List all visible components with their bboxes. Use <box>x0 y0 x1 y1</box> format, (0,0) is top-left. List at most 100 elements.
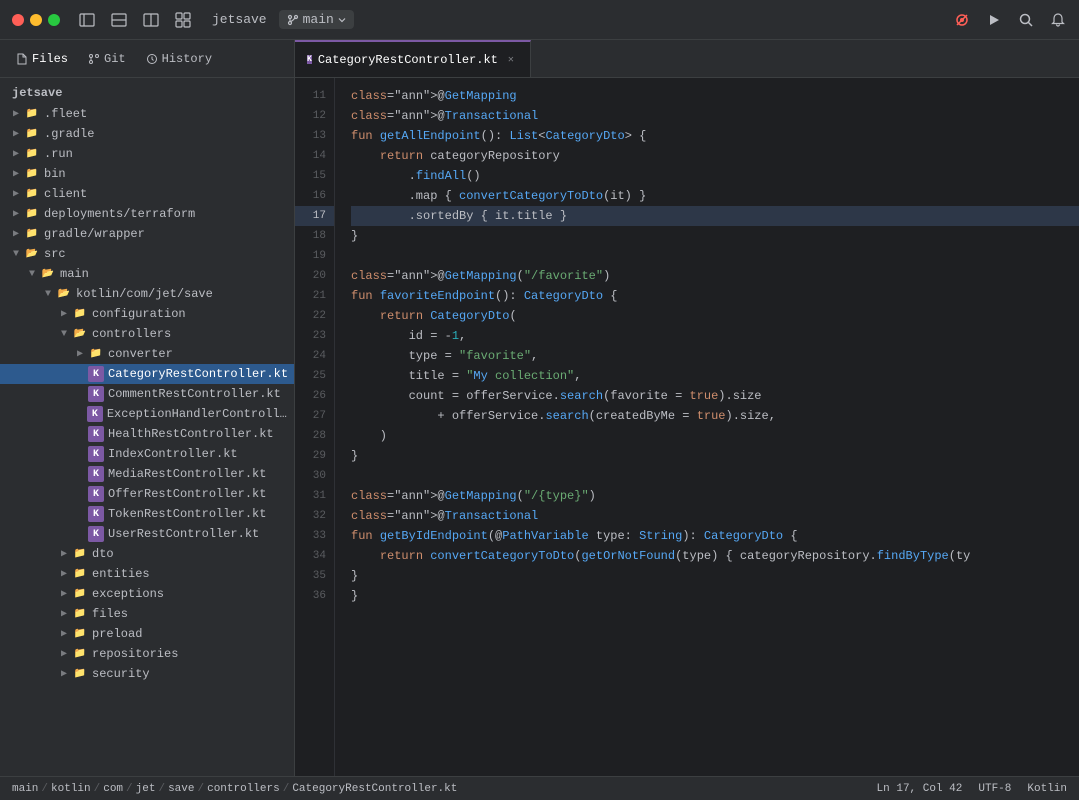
folder-icon: 📁 <box>24 186 40 202</box>
folder-arrow-icon: ▶ <box>8 128 24 140</box>
tree-item-label: dto <box>92 547 114 561</box>
tree-item-CommentRestController[interactable]: KCommentRestController.kt <box>0 384 294 404</box>
tree-item-converter[interactable]: ▶📁converter <box>0 344 294 364</box>
tab-files[interactable]: Files <box>8 48 76 70</box>
chevron-down-icon <box>338 16 346 24</box>
run-icon[interactable] <box>985 11 1003 29</box>
folder-icon: 📁 <box>24 166 40 182</box>
breadcrumb-item-4[interactable]: save <box>168 783 194 795</box>
tab-history[interactable]: History <box>138 48 220 70</box>
tree-item-controllers[interactable]: ▼📂controllers <box>0 324 294 344</box>
tree-item-label: IndexController.kt <box>108 447 238 461</box>
tree-item-ExceptionHandlerController[interactable]: KExceptionHandlerControlle... <box>0 404 294 424</box>
tree-item-configuration[interactable]: ▶📁configuration <box>0 304 294 324</box>
tree-item-gradle-wrapper[interactable]: ▶📁gradle/wrapper <box>0 224 294 244</box>
tree-item-security[interactable]: ▶📁security <box>0 664 294 684</box>
folder-arrow-icon: ▶ <box>56 308 72 320</box>
tree-item-src[interactable]: ▼📂src <box>0 244 294 264</box>
line-number-31: 31 <box>295 486 334 506</box>
kt-icon: K <box>88 386 104 402</box>
editor-tab-close[interactable]: ✕ <box>504 53 518 67</box>
kt-file-icon: K <box>307 55 312 64</box>
tree-item-exceptions[interactable]: ▶📁exceptions <box>0 584 294 604</box>
kt-icon: K <box>87 406 103 422</box>
tree-item-label: MediaRestController.kt <box>108 467 266 481</box>
tree-item-label: UserRestController.kt <box>108 527 259 541</box>
search-icon[interactable] <box>1017 11 1035 29</box>
code-line-34: return convertCategoryToDto(getOrNotFoun… <box>351 546 1079 566</box>
breadcrumb-item-5[interactable]: controllers <box>207 783 280 795</box>
branch-icon <box>287 14 299 26</box>
recording-icon[interactable] <box>953 11 971 29</box>
line-number-30: 30 <box>295 466 334 486</box>
tree-item-gradle[interactable]: ▶📁.gradle <box>0 124 294 144</box>
git-icon <box>88 53 100 65</box>
tree-item-deployments[interactable]: ▶📁deployments/terraform <box>0 204 294 224</box>
editor-tab-0[interactable]: K CategoryRestController.kt ✕ <box>295 40 531 77</box>
breadcrumb: main / kotlin / com / jet / save / contr… <box>12 783 457 795</box>
tree-item-label: src <box>44 247 66 261</box>
close-button[interactable] <box>12 14 24 26</box>
breadcrumb-sep: / <box>94 783 101 795</box>
folder-icon: 📁 <box>72 306 88 322</box>
line-number-27: 27 <box>295 406 334 426</box>
branch-info[interactable]: main <box>279 10 354 29</box>
grid-icon[interactable] <box>172 9 194 31</box>
editor-tabs: K CategoryRestController.kt ✕ <box>295 40 1079 78</box>
code-line-21: fun favoriteEndpoint(): CategoryDto { <box>351 286 1079 306</box>
line-number-28: 28 <box>295 426 334 446</box>
breadcrumb-item-2[interactable]: com <box>103 783 123 795</box>
tree-item-label: bin <box>44 167 66 181</box>
cursor-position: Ln 17, Col 42 <box>877 783 963 795</box>
code-line-15: .findAll() <box>351 166 1079 186</box>
code-line-12: class="ann">@Transactional <box>351 106 1079 126</box>
tree-item-repositories[interactable]: ▶📁repositories <box>0 644 294 664</box>
tree-item-dto[interactable]: ▶📁dto <box>0 544 294 564</box>
status-right: Ln 17, Col 42 UTF-8 Kotlin <box>877 783 1067 795</box>
tree-item-files[interactable]: ▶📁files <box>0 604 294 624</box>
code-line-22: return CategoryDto( <box>351 306 1079 326</box>
tree-root[interactable]: jetsave <box>0 82 294 104</box>
code-area[interactable]: class="ann">@GetMappingclass="ann">@Tran… <box>335 78 1079 776</box>
tree-item-MediaRestController[interactable]: KMediaRestController.kt <box>0 464 294 484</box>
tree-item-kotlin-com[interactable]: ▼📂kotlin/com/jet/save <box>0 284 294 304</box>
tree-item-CategoryRestController[interactable]: KCategoryRestController.kt <box>0 364 294 384</box>
maximize-button[interactable] <box>48 14 60 26</box>
tree-item-main[interactable]: ▼📂main <box>0 264 294 284</box>
tree-item-label: .fleet <box>44 107 87 121</box>
tree-item-HealthRestController[interactable]: KHealthRestController.kt <box>0 424 294 444</box>
line-number-35: 35 <box>295 566 334 586</box>
line-number-19: 19 <box>295 246 334 266</box>
line-number-26: 26 <box>295 386 334 406</box>
tree-item-bin[interactable]: ▶📁bin <box>0 164 294 184</box>
folder-arrow-icon: ▼ <box>24 269 40 280</box>
breadcrumb-item-1[interactable]: kotlin <box>51 783 91 795</box>
tree-item-preload[interactable]: ▶📁preload <box>0 624 294 644</box>
tree-item-OfferRestController[interactable]: KOfferRestController.kt <box>0 484 294 504</box>
layout-alt-icon[interactable] <box>140 9 162 31</box>
tree-item-TokenRestController[interactable]: KTokenRestController.kt <box>0 504 294 524</box>
tree-item-label: TokenRestController.kt <box>108 507 266 521</box>
breadcrumb-item-6[interactable]: CategoryRestController.kt <box>292 783 457 795</box>
file-type: Kotlin <box>1027 783 1067 795</box>
breadcrumb-item-3[interactable]: jet <box>136 783 156 795</box>
breadcrumb-item-0[interactable]: main <box>12 783 38 795</box>
minimize-button[interactable] <box>30 14 42 26</box>
line-number-12: 12 <box>295 106 334 126</box>
folder-arrow-icon: ▶ <box>8 108 24 120</box>
tree-item-IndexController[interactable]: KIndexController.kt <box>0 444 294 464</box>
layout-toggle-icon[interactable] <box>108 9 130 31</box>
tree-item-entities[interactable]: ▶📁entities <box>0 564 294 584</box>
bell-icon[interactable] <box>1049 11 1067 29</box>
editor-content[interactable]: 1112131415161718192021222324252627282930… <box>295 78 1079 776</box>
tree-item-fleet[interactable]: ▶📁.fleet <box>0 104 294 124</box>
tree-item-label: preload <box>92 627 142 641</box>
tree-item-client[interactable]: ▶📁client <box>0 184 294 204</box>
project-name: jetsave <box>212 12 267 27</box>
tab-git[interactable]: Git <box>80 48 134 70</box>
sidebar-toggle-icon[interactable] <box>76 9 98 31</box>
tree-item-UserRestController[interactable]: KUserRestController.kt <box>0 524 294 544</box>
tree-item-run[interactable]: ▶📁.run <box>0 144 294 164</box>
line-number-24: 24 <box>295 346 334 366</box>
tree-item-label: client <box>44 187 87 201</box>
